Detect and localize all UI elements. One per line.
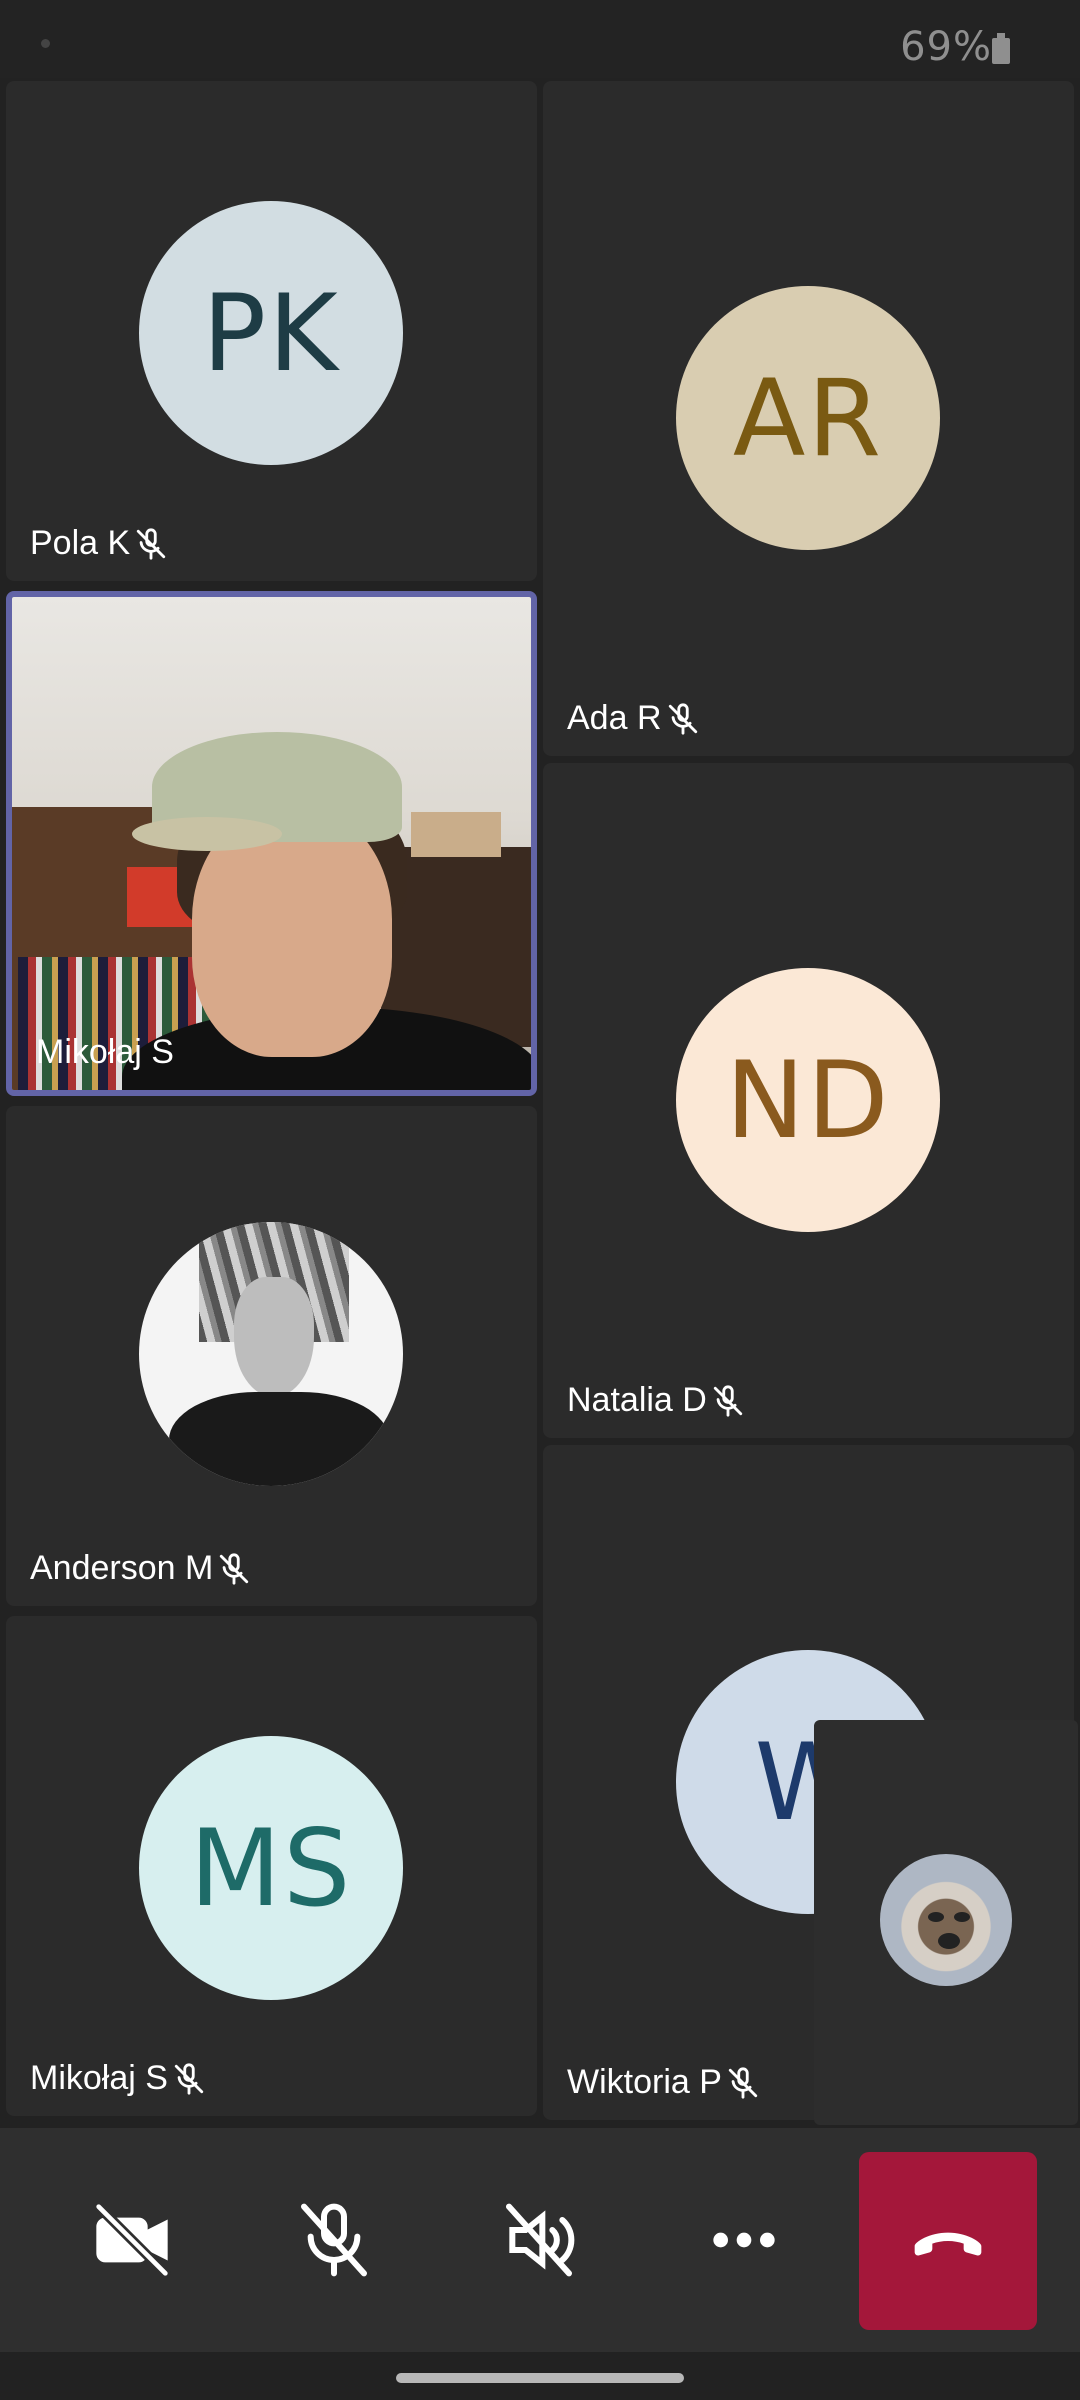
participant-name-tag: Wiktoria P [567, 2063, 760, 2102]
participant-tile-ada-r[interactable]: AR Ada R [543, 81, 1074, 756]
hang-up-icon [914, 2232, 982, 2256]
mic-muted-icon [134, 527, 168, 561]
participant-name-tag: Ada R [567, 699, 700, 738]
avatar: PK [139, 201, 403, 465]
participant-name-tag: Natalia D [567, 1381, 745, 1420]
avatar-initials: PK [202, 271, 340, 395]
participant-name: Wiktoria P [567, 2063, 722, 2101]
participant-name-tag: Pola K [30, 524, 168, 563]
home-indicator[interactable] [396, 2373, 684, 2383]
mic-muted-icon [217, 1552, 251, 1586]
avatar-image [139, 1222, 403, 1486]
participant-name: Mikołaj S [30, 2059, 168, 2097]
avatar-initials: ND [725, 1038, 891, 1162]
participant-tile-pola-k[interactable]: PK Pola K [6, 81, 537, 581]
participant-name: Natalia D [567, 1381, 707, 1419]
microphone-toggle-button[interactable] [254, 2128, 414, 2352]
speaker-toggle-button[interactable] [459, 2128, 619, 2352]
mic-muted-icon [711, 1384, 745, 1418]
mic-muted-icon [172, 2062, 206, 2096]
reindeer-avatar [880, 1854, 1012, 1986]
participant-name: Anderson M [30, 1549, 214, 1587]
status-bar: 69% [0, 0, 1080, 78]
participant-name: Pola K [30, 524, 131, 562]
avatar: AR [676, 286, 940, 550]
participant-tile-mikolaj-s-video[interactable]: Mikołaj S [6, 591, 537, 1096]
participant-name-tag: Mikołaj S [30, 2059, 206, 2098]
mic-muted-icon [666, 702, 700, 736]
more-options-button[interactable] [664, 2128, 824, 2352]
self-view-tile[interactable] [814, 1720, 1078, 2125]
participant-name-tag: Anderson M [30, 1549, 251, 1588]
avatar: MS [139, 1736, 403, 2000]
call-control-bar [0, 2128, 1080, 2352]
hang-up-button[interactable] [859, 2152, 1037, 2330]
participant-name-tag: Mikołaj S [36, 1033, 174, 1072]
participant-name: Mikołaj S [36, 1033, 174, 1071]
mic-muted-icon [726, 2066, 760, 2100]
participant-tile-natalia-d[interactable]: ND Natalia D [543, 763, 1074, 1438]
video-feed [12, 597, 531, 1090]
camera-off-icon [93, 2201, 171, 2279]
battery-percentage: 69% [900, 24, 992, 70]
avatar-initials: MS [189, 1806, 353, 1930]
avatar: ND [676, 968, 940, 1232]
participant-name: Ada R [567, 699, 662, 737]
notification-dot [41, 39, 50, 48]
participant-tile-anderson-m[interactable]: Anderson M [6, 1106, 537, 1606]
speaker-off-icon [506, 2203, 575, 2277]
mic-off-icon [301, 2203, 367, 2277]
camera-toggle-button[interactable] [52, 2128, 212, 2352]
more-icon [713, 2232, 775, 2248]
avatar-initials: AR [732, 356, 884, 480]
battery-icon [992, 33, 1010, 64]
participant-tile-mikolaj-s[interactable]: MS Mikołaj S [6, 1616, 537, 2116]
